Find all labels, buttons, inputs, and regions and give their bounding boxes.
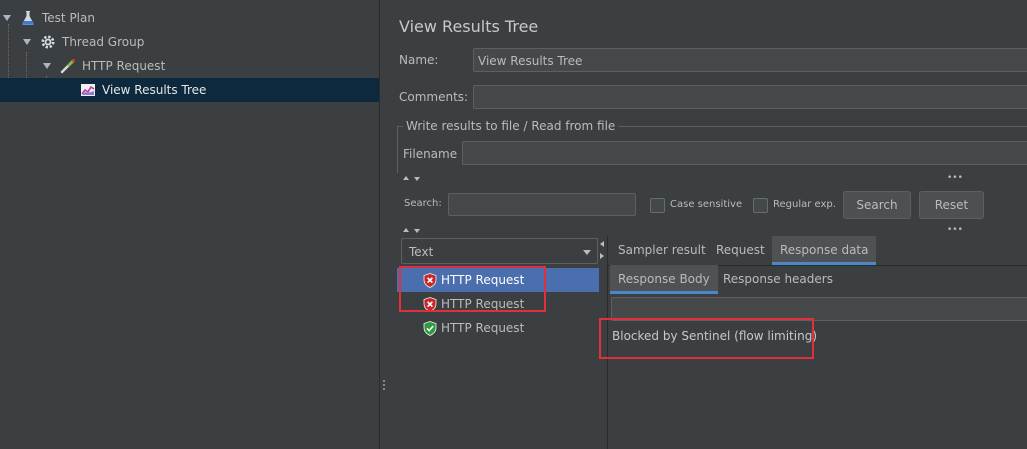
tree-item-thread-group[interactable]: Thread Group	[0, 30, 379, 54]
tab-response-data[interactable]: Response data	[772, 236, 877, 265]
arrow-up-icon[interactable]	[403, 228, 409, 232]
search-label: Search:	[404, 198, 442, 209]
renderer-select[interactable]: Text	[401, 238, 598, 264]
case-sensitive-checkbox[interactable]	[650, 198, 665, 213]
subtab-response-body[interactable]: Response Body	[610, 265, 718, 294]
renderer-select-value: Text	[409, 245, 434, 259]
result-item-label: HTTP Request	[441, 321, 525, 335]
regular-exp-checkbox[interactable]	[753, 198, 768, 213]
collapse-divider[interactable]: •••	[389, 174, 1027, 183]
case-sensitive-label: Case sensitive	[670, 199, 743, 210]
name-label: Name:	[399, 53, 439, 67]
tab-sampler-result[interactable]: Sampler result	[610, 236, 714, 264]
comments-label: Comments:	[399, 90, 469, 104]
splitter-grip[interactable]	[383, 380, 386, 392]
graph-icon	[81, 84, 95, 96]
tree-item-http-request[interactable]: HTTP Request	[0, 54, 379, 78]
filename-label: Filename	[403, 147, 458, 161]
tree-item-label: HTTP Request	[82, 59, 166, 73]
tree-item-label: Test Plan	[42, 11, 95, 25]
view-results-tree-panel: View Results Tree Name: View Results Tre…	[389, 0, 1027, 449]
highlight-box-errors	[399, 266, 546, 312]
tab-request[interactable]: Request	[708, 236, 773, 264]
expand-triangle-icon[interactable]	[3, 15, 11, 21]
tree-item-label: Thread Group	[62, 35, 145, 49]
write-results-group-title: Write results to file / Read from file	[403, 119, 619, 133]
search-input[interactable]	[448, 193, 636, 216]
pipette-icon	[60, 59, 75, 74]
tree-item-label: View Results Tree	[102, 83, 207, 97]
tree-item-view-results-tree[interactable]: View Results Tree	[0, 78, 379, 102]
collapse-divider[interactable]: •••	[389, 226, 1027, 235]
drag-handle-icon[interactable]: •••	[947, 174, 963, 183]
chevron-down-icon[interactable]	[583, 250, 591, 255]
filename-input[interactable]	[462, 141, 1027, 165]
page-title: View Results Tree	[399, 17, 539, 36]
tree-item-test-plan[interactable]: Test Plan	[0, 6, 379, 30]
arrow-down-icon[interactable]	[414, 177, 420, 181]
drag-handle-icon[interactable]: •••	[947, 226, 963, 235]
expand-triangle-icon[interactable]	[43, 63, 51, 69]
subtab-response-headers[interactable]: Response headers	[715, 265, 841, 293]
arrow-up-icon[interactable]	[403, 176, 409, 180]
main-splitter[interactable]	[379, 0, 389, 449]
flask-icon	[22, 11, 34, 25]
regular-exp-label: Regular exp.	[773, 199, 836, 210]
result-item[interactable]: HTTP Request	[397, 316, 607, 340]
search-button[interactable]: Search	[843, 191, 911, 219]
arrow-down-icon[interactable]	[414, 229, 420, 233]
name-input[interactable]: View Results Tree	[473, 48, 1027, 72]
comments-input[interactable]	[473, 85, 1027, 109]
test-plan-tree: Test Plan Thread Group HTTP Request View…	[0, 0, 379, 449]
arrow-right-icon[interactable]	[600, 253, 604, 259]
reset-button[interactable]: Reset	[919, 191, 984, 219]
arrow-left-icon[interactable]	[600, 241, 604, 247]
highlight-box-response	[599, 318, 814, 359]
success-shield-icon	[423, 321, 437, 336]
gear-icon	[41, 35, 55, 49]
expand-triangle-icon[interactable]	[23, 39, 31, 45]
